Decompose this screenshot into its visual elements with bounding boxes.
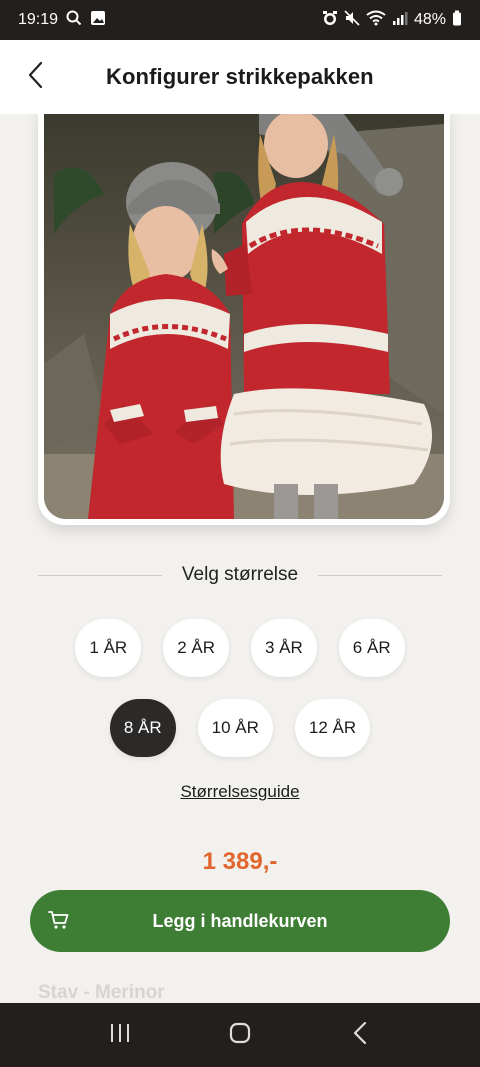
divider-left [38,574,162,576]
page-title: Konfigurer strikkepakken [106,64,374,89]
size-option-6-ar[interactable]: 6 ÅR [338,619,405,677]
status-bar: 19:19 48% [0,0,480,40]
size-option-10-ar[interactable]: 10 ÅR [197,699,273,757]
mute-icon [344,9,360,31]
size-section-header: Velg størrelse [38,560,442,590]
size-options-row-1: 1 ÅR 2 ÅR 3 ÅR 6 ÅR [0,619,480,677]
main-content[interactable]: Velg størrelse 1 ÅR 2 ÅR 3 ÅR 6 ÅR 8 ÅR … [0,114,480,1003]
battery-icon [452,10,462,31]
search-icon [66,10,82,31]
product-photo [44,114,444,519]
status-time: 19:19 [18,11,59,28]
battery-percent: 48% [413,11,446,28]
size-option-3-ar[interactable]: 3 ÅR [251,619,317,677]
add-to-cart-label: Legg i handlekurven [152,910,328,931]
size-guide-link[interactable]: Størrelsesguide [0,782,480,802]
recent-apps-button[interactable] [90,1003,150,1067]
wifi-icon [366,10,386,31]
size-option-8-ar[interactable]: 8 ÅR [109,699,176,757]
cart-icon [48,909,70,936]
size-option-1-ar[interactable]: 1 ÅR [75,619,142,677]
product-image-card [38,114,450,525]
home-icon [229,1022,251,1049]
recent-apps-icon [109,1023,131,1048]
add-to-cart-button[interactable]: Legg i handlekurven [30,890,450,952]
back-button[interactable] [0,40,70,114]
chevron-left-icon [27,61,43,94]
next-section-title: Stav - Merinor [38,982,165,1003]
size-option-2-ar[interactable]: 2 ÅR [163,619,229,677]
gallery-icon [90,10,106,31]
signal-icon [392,10,408,31]
size-options-row-2: 8 ÅR 10 ÅR 12 ÅR [0,699,480,757]
product-price: 1 389,- [202,848,278,875]
size-section-title: Velg størrelse [181,564,299,585]
alarm-icon [322,10,338,31]
back-icon [353,1021,367,1049]
home-button[interactable] [210,1003,270,1067]
app-header: Konfigurer strikkepakken [0,40,480,114]
size-option-12-ar[interactable]: 12 ÅR [294,699,371,757]
divider-right [318,574,442,576]
system-nav-bar [0,1003,480,1067]
system-back-button[interactable] [330,1003,390,1067]
